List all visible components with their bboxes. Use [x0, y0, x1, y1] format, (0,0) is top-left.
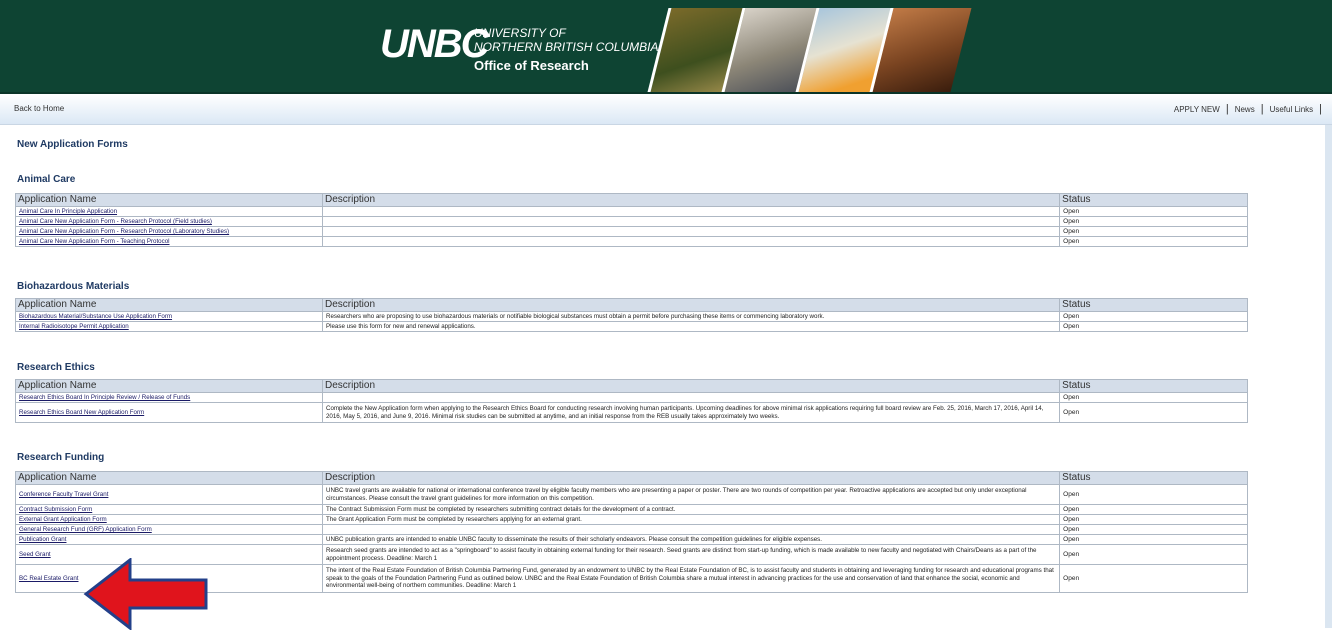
- section-title-biohazardous-materials: Biohazardous Materials: [17, 281, 130, 292]
- application-status: Open: [1059, 514, 1248, 525]
- research-ethics-table: Application Name Description Status Rese…: [15, 379, 1248, 423]
- column-header-name: Application Name: [15, 298, 323, 312]
- biohazardous-table: Application Name Description Status Bioh…: [15, 298, 1248, 332]
- application-status: Open: [1059, 534, 1248, 545]
- nav-separator: |: [1319, 103, 1322, 115]
- application-link[interactable]: Research Ethics Board In Principle Revie…: [19, 394, 190, 401]
- column-header-name: Application Name: [15, 193, 323, 207]
- application-link[interactable]: Contract Submission Form: [19, 506, 92, 513]
- application-status: Open: [1059, 216, 1248, 227]
- nav-news-link[interactable]: News: [1235, 105, 1255, 114]
- animal-care-table: Application Name Description Status Anim…: [15, 193, 1248, 247]
- table-row: Publication Grant UNBC publication grant…: [15, 534, 1248, 545]
- column-header-status: Status: [1059, 379, 1248, 393]
- office-name: Office of Research: [474, 58, 589, 73]
- application-description: Researchers who are proposing to use bio…: [321, 311, 1061, 322]
- nav-separator: |: [1260, 103, 1264, 115]
- column-header-status: Status: [1059, 193, 1248, 207]
- application-link[interactable]: Animal Care New Application Form - Teach…: [19, 238, 170, 245]
- application-description: The intent of the Real Estate Foundation…: [321, 564, 1061, 593]
- application-link[interactable]: Animal Care In Principle Application: [19, 208, 117, 215]
- column-header-status: Status: [1059, 298, 1248, 312]
- column-header-description: Description: [321, 471, 1061, 485]
- logo-line-1: UNIVERSITY OF: [474, 26, 566, 40]
- page-title: New Application Forms: [17, 139, 128, 150]
- section-title-animal-care: Animal Care: [17, 174, 76, 185]
- table-row: Animal Care New Application Form - Resea…: [15, 226, 1248, 237]
- application-description: [321, 226, 1061, 237]
- table-row: Biohazardous Material/Substance Use Appl…: [15, 311, 1248, 322]
- application-description: [321, 392, 1061, 403]
- application-description: [321, 216, 1061, 227]
- section-title-research-funding: Research Funding: [17, 452, 105, 463]
- table-row: Animal Care New Application Form - Teach…: [15, 236, 1248, 247]
- application-status: Open: [1059, 206, 1248, 217]
- application-link[interactable]: BC Real Estate Grant: [19, 575, 79, 582]
- table-row: Contract Submission Form The Contract Su…: [15, 504, 1248, 515]
- application-status: Open: [1059, 226, 1248, 237]
- application-status: Open: [1059, 564, 1248, 593]
- table-row: Animal Care New Application Form - Resea…: [15, 216, 1248, 227]
- application-description: The Grant Application Form must be compl…: [321, 514, 1061, 525]
- column-header-name: Application Name: [15, 379, 323, 393]
- nav-bar: Back to Home APPLY NEW | News | Useful L…: [0, 94, 1332, 125]
- application-link[interactable]: Publication Grant: [19, 536, 66, 543]
- column-header-name: Application Name: [15, 471, 323, 485]
- application-link[interactable]: Seed Grant: [19, 551, 51, 558]
- red-arrow-icon: [83, 558, 208, 630]
- application-link[interactable]: Internal Radioisotope Permit Application: [19, 323, 129, 330]
- application-description: Please use this form for new and renewal…: [321, 321, 1061, 332]
- header-photo-strip: [647, 8, 972, 92]
- application-description: The Contract Submission Form must be com…: [321, 504, 1061, 515]
- application-link[interactable]: Animal Care New Application Form - Resea…: [19, 228, 229, 235]
- application-link[interactable]: General Research Fund (GRF) Application …: [19, 526, 152, 533]
- logo-wordmark: UNBC: [380, 22, 490, 66]
- application-link[interactable]: External Grant Application Form: [19, 516, 107, 523]
- application-description: UNBC travel grants are available for nat…: [321, 484, 1061, 505]
- application-description: UNBC publication grants are intended to …: [321, 534, 1061, 545]
- application-status: Open: [1059, 321, 1248, 332]
- application-link[interactable]: Research Ethics Board New Application Fo…: [19, 409, 144, 416]
- application-status: Open: [1059, 544, 1248, 565]
- nav-links: APPLY NEW | News | Useful Links |: [1174, 103, 1322, 115]
- back-to-home-link[interactable]: Back to Home: [14, 104, 64, 113]
- application-description: Research seed grants are intended to act…: [321, 544, 1061, 565]
- application-description: Complete the New Application form when a…: [321, 402, 1061, 423]
- logo-line-2: NORTHERN BRITISH COLUMBIA: [474, 40, 659, 54]
- table-row: Conference Faculty Travel Grant UNBC tra…: [15, 484, 1248, 505]
- nav-separator: |: [1225, 103, 1229, 115]
- application-status: Open: [1059, 236, 1248, 247]
- application-link[interactable]: Conference Faculty Travel Grant: [19, 491, 108, 498]
- column-header-status: Status: [1059, 471, 1248, 485]
- application-description: [321, 524, 1061, 535]
- header-banner: UNBC UNIVERSITY OF NORTHERN BRITISH COLU…: [0, 0, 1332, 94]
- table-row: Internal Radioisotope Permit Application…: [15, 321, 1248, 332]
- application-description: [321, 236, 1061, 247]
- column-header-description: Description: [321, 379, 1061, 393]
- nav-apply-new-link[interactable]: APPLY NEW: [1174, 105, 1220, 114]
- application-status: Open: [1059, 392, 1248, 403]
- table-row: General Research Fund (GRF) Application …: [15, 524, 1248, 535]
- application-status: Open: [1059, 524, 1248, 535]
- nav-useful-links-link[interactable]: Useful Links: [1270, 105, 1314, 114]
- application-status: Open: [1059, 402, 1248, 423]
- right-margin: [1325, 125, 1332, 628]
- table-row: Research Ethics Board New Application Fo…: [15, 402, 1248, 423]
- table-row: Research Ethics Board In Principle Revie…: [15, 392, 1248, 403]
- application-status: Open: [1059, 484, 1248, 505]
- application-description: [321, 206, 1061, 217]
- column-header-description: Description: [321, 193, 1061, 207]
- table-row: External Grant Application Form The Gran…: [15, 514, 1248, 525]
- section-title-research-ethics: Research Ethics: [17, 362, 95, 373]
- application-status: Open: [1059, 504, 1248, 515]
- table-row: Animal Care In Principle Application Ope…: [15, 206, 1248, 217]
- application-status: Open: [1059, 311, 1248, 322]
- application-link[interactable]: Biohazardous Material/Substance Use Appl…: [19, 313, 172, 320]
- application-link[interactable]: Animal Care New Application Form - Resea…: [19, 218, 212, 225]
- column-header-description: Description: [321, 298, 1061, 312]
